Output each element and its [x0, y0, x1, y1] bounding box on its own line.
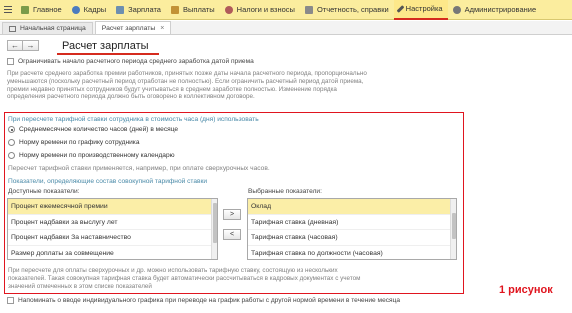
radio-average-monthly-hours[interactable]: Среднемесячное количество часов (дней) в…	[8, 126, 178, 133]
wrench-icon	[396, 4, 405, 13]
radio-production-calendar[interactable]: Норму времени по производственному кален…	[8, 152, 175, 159]
title-underline	[57, 53, 159, 55]
page-title: Расчет зарплаты	[62, 40, 149, 52]
radio-button[interactable]	[8, 139, 15, 146]
scrollbar[interactable]	[450, 199, 456, 259]
limit-period-checkbox-row[interactable]: Ограничивать начало расчетного периода с…	[7, 58, 254, 65]
radio-employee-schedule[interactable]: Норму времени по графику сотрудника	[8, 139, 139, 146]
limit-period-checkbox[interactable]	[7, 58, 14, 65]
menu-item-settings[interactable]: Настройка	[393, 0, 448, 20]
list-item[interactable]: Оклад	[248, 199, 456, 215]
gear-icon	[452, 5, 461, 14]
radio-button[interactable]	[8, 152, 15, 159]
menu-item-reports[interactable]: Отчетность, справки	[300, 0, 394, 20]
list-item[interactable]: Процент надбавки за выслугу лет	[8, 215, 217, 230]
tab-home-page[interactable]: Начальная страница	[2, 22, 93, 34]
tab-salary-calculation[interactable]: Расчет зарплаты ×	[94, 21, 172, 34]
limit-period-note: При расчете среднего заработка премии ра…	[7, 70, 367, 101]
percent-icon	[224, 5, 233, 14]
scrollbar-thumb[interactable]	[452, 213, 456, 239]
home-icon	[21, 5, 29, 14]
scrollbar[interactable]	[211, 199, 217, 259]
list-item[interactable]: Тарифная ставка (дневная)	[248, 215, 456, 230]
people-icon	[71, 5, 80, 14]
close-tab-icon[interactable]: ×	[160, 25, 164, 32]
list-item[interactable]: Тарифная ставка (часовая)	[248, 230, 456, 246]
radio-button-selected[interactable]	[8, 126, 15, 133]
selected-indicators-label: Выбранные показатели:	[248, 188, 322, 195]
hours-note: Пересчет тарифной ставки применяется, на…	[8, 165, 270, 172]
forward-button[interactable]: →	[23, 40, 39, 51]
composite-rate-note: При пересчете для оплаты сверхурочных и …	[8, 267, 361, 290]
report-icon	[304, 5, 313, 14]
navigation-buttons: ← →	[7, 40, 39, 51]
home-page-icon	[9, 25, 16, 32]
list-item[interactable]: Тарифная ставка по должности (часовая)	[248, 246, 456, 260]
figure-annotation: 1 рисунок	[499, 284, 553, 296]
section-menu-bar: Главное Кадры Зарплата Выплаты Налоги и …	[0, 0, 572, 20]
available-indicators-label: Доступные показатели:	[8, 188, 80, 195]
menu-item-taxes[interactable]: Налоги и взносы	[220, 0, 300, 20]
list-item[interactable]: Размер доплаты за совмещение	[8, 246, 217, 260]
back-button[interactable]: ←	[7, 40, 23, 51]
open-tabs-bar: Начальная страница Расчет зарплаты ×	[0, 21, 572, 35]
document-icon	[116, 5, 125, 14]
menu-item-hr[interactable]: Кадры	[67, 0, 111, 20]
indicators-section-title: Показатели, определяющие состав совокупн…	[8, 178, 208, 185]
menu-item-payments[interactable]: Выплаты	[166, 0, 220, 20]
reminder-checkbox[interactable]	[7, 297, 14, 304]
add-indicator-button[interactable]: >	[223, 209, 241, 220]
list-item[interactable]: Процент надбавки За наставничество	[8, 230, 217, 246]
hours-section-title: При пересчете тарифной ставки сотрудника…	[8, 116, 259, 123]
selected-indicators-list[interactable]: Оклад Тарифная ставка (дневная) Тарифная…	[247, 198, 457, 260]
cash-icon	[170, 5, 179, 14]
menu-item-administration[interactable]: Администрирование	[448, 0, 542, 20]
menu-item-salary[interactable]: Зарплата	[111, 0, 166, 20]
list-item[interactable]: Процент ежемесячной премии	[8, 199, 217, 215]
remove-indicator-button[interactable]: <	[223, 229, 241, 240]
available-indicators-list[interactable]: Процент ежемесячной премии Процент надба…	[7, 198, 218, 260]
scrollbar-thumb[interactable]	[213, 203, 217, 243]
reminder-checkbox-row[interactable]: Напоминать о вводе индивидуального графи…	[7, 297, 400, 304]
menu-item-main[interactable]: Главное	[16, 0, 67, 20]
hamburger-icon[interactable]	[0, 0, 16, 20]
